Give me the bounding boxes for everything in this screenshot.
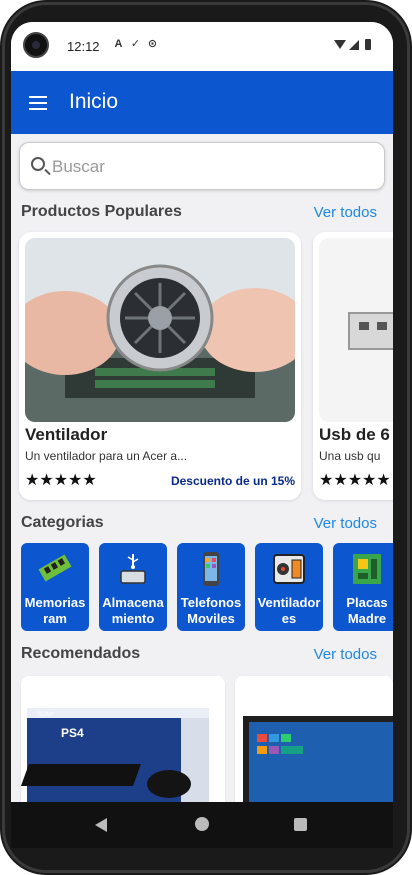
product-rating-stars: ★★★★★ [25,472,97,489]
product-name: Ventilador [25,425,108,444]
popular-see-all-link[interactable]: Ver todos [314,204,377,221]
product-description: Un ventilador para un Acer a... [25,449,188,463]
product-description: Una usb qu [319,449,381,463]
popular-section-title: Productos Populares [21,203,182,220]
storage-icon [120,554,146,584]
search-box[interactable] [19,142,385,190]
product-rating-stars: ★★★★★ [319,472,391,489]
categories-section-title: Categorias [21,514,104,531]
category-placas-madre[interactable]: Placas Madre [333,543,393,631]
product-image-fan [25,238,295,422]
page-title: Inicio [69,90,119,113]
search-input[interactable] [52,153,372,181]
system-navigation-bar [11,802,393,848]
product-image-usb [319,238,393,422]
home-icon[interactable] [195,817,209,831]
sony-logo: SONY [37,712,55,718]
product-name: Usb de 6 [319,425,390,444]
category-label: Memorias ram [24,595,86,626]
status-bar: 12:12 A ✓ ⊙ [11,22,393,71]
status-time: 12:12 [67,39,100,54]
notification-check-icon: ✓ [130,38,141,50]
phone-icon [203,552,219,586]
category-almacenamiento[interactable]: Almacenamiento [99,543,167,631]
product-card[interactable]: Ventilador Un ventilador para un Acer a.… [19,232,301,500]
hamburger-menu-icon[interactable] [29,96,47,110]
recommended-product-card[interactable] [235,676,393,802]
notification-circle-icon: ⊙ [147,38,158,50]
notification-a-icon: A [114,38,123,50]
main-content[interactable]: Productos Populares Ver todos [11,134,393,802]
fan-icon [273,554,305,584]
product-discount: Descuento de un 15% [170,474,295,488]
category-label: Telefonos Moviles [180,595,242,626]
category-label: Ventiladores [257,595,321,626]
motherboard-icon [353,554,381,584]
notification-icons: A ✓ ⊙ [113,38,158,50]
category-label: Placas Madre [346,595,388,626]
recommended-see-all-link[interactable]: Ver todos [314,646,377,663]
app-bar: Inicio [11,71,393,134]
ram-icon [38,554,72,582]
wifi-icon [334,40,346,49]
search-icon [31,157,45,171]
category-ventiladores[interactable]: Ventiladores [255,543,323,631]
system-icons [334,39,371,50]
ps4-product-image [21,676,225,802]
front-camera [23,32,49,58]
battery-icon [365,39,371,50]
signal-icon [349,39,359,50]
recent-apps-icon[interactable] [294,818,307,831]
laptop-product-image [235,676,393,802]
category-label: Almacenamiento [102,595,164,626]
recommended-product-card[interactable]: PS4 SONY [21,676,225,802]
back-icon[interactable] [95,818,107,832]
product-card[interactable]: Usb de 6 Una usb qu ★★★★★ [313,232,393,500]
category-telefonos-moviles[interactable]: Telefonos Moviles [177,543,245,631]
ps4-box-label: PS4 [61,726,84,740]
categories-see-all-link[interactable]: Ver todos [314,515,377,532]
phone-screen: 12:12 A ✓ ⊙ Inicio Productos Populares V… [11,22,393,802]
category-memorias-ram[interactable]: Memorias ram [21,543,89,631]
recommended-section-title: Recomendados [21,645,141,662]
